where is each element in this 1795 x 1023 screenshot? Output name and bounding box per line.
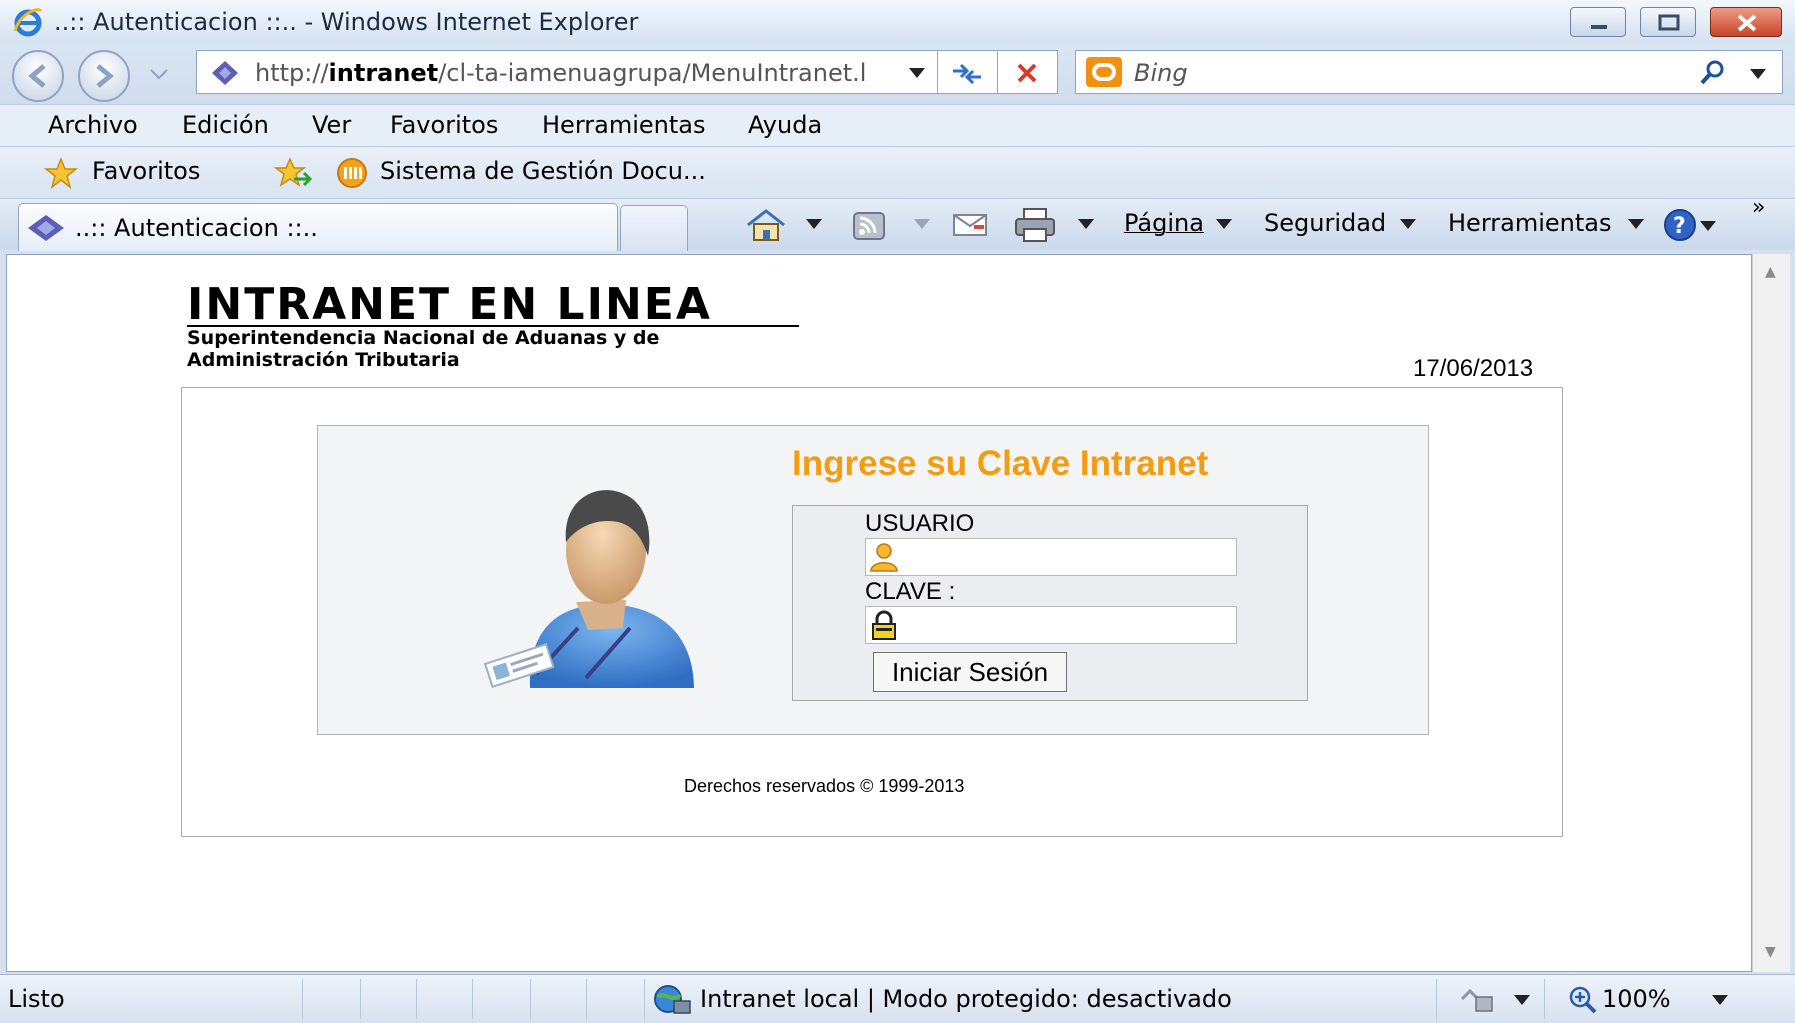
username-label: USUARIO bbox=[865, 510, 975, 537]
window-title: ..:: Autenticacion ::.. - Windows Intern… bbox=[54, 8, 639, 36]
add-to-favorites-bar-icon[interactable] bbox=[274, 157, 314, 189]
title-bar: ..:: Autenticacion ::.. - Windows Intern… bbox=[0, 0, 1795, 44]
search-options-dropdown-icon[interactable] bbox=[1748, 67, 1768, 81]
page-dropdown-icon bbox=[1216, 219, 1232, 229]
stop-icon[interactable] bbox=[1013, 61, 1041, 85]
menu-archivo[interactable]: Archivo bbox=[48, 111, 138, 139]
scroll-down-arrow-icon[interactable]: ▼ bbox=[1765, 944, 1776, 960]
search-icon[interactable] bbox=[1696, 57, 1728, 89]
login-panel: Ingrese su Clave Intranet USUARIO CLAVE … bbox=[317, 425, 1429, 735]
login-button[interactable]: Iniciar Sesión bbox=[873, 652, 1067, 692]
print-dropdown-icon[interactable] bbox=[1076, 217, 1096, 231]
minimize-button[interactable] bbox=[1570, 7, 1626, 37]
forward-button[interactable] bbox=[78, 50, 130, 102]
tab-autenticacion[interactable]: ..:: Autenticacion ::.. bbox=[18, 203, 618, 251]
menu-ver[interactable]: Ver bbox=[312, 111, 351, 139]
tools-dropdown-icon bbox=[1628, 219, 1644, 229]
security-zone-text[interactable]: Intranet local | Modo protegido: desacti… bbox=[700, 985, 1232, 1013]
svg-text:?: ? bbox=[1673, 214, 1686, 239]
refresh-icon[interactable] bbox=[949, 59, 985, 87]
status-text: Listo bbox=[8, 985, 65, 1013]
security-menu-label: Seguridad bbox=[1264, 209, 1387, 237]
bing-logo-icon bbox=[1086, 57, 1122, 87]
popup-blocker-icon[interactable] bbox=[1458, 983, 1498, 1015]
menu-ayuda[interactable]: Ayuda bbox=[748, 111, 822, 139]
read-mail-icon[interactable] bbox=[952, 213, 988, 237]
lock-icon bbox=[872, 610, 896, 640]
menu-edicion[interactable]: Edición bbox=[182, 111, 269, 139]
password-label: CLAVE : bbox=[865, 578, 956, 605]
brand-title: INTRANET EN LINEA bbox=[187, 279, 712, 330]
feeds-icon[interactable] bbox=[852, 209, 886, 241]
brand-subtitle-line1: Superintendencia Nacional de Aduanas y d… bbox=[187, 327, 660, 349]
brand-subtitle-line2: Administración Tributaria bbox=[187, 349, 460, 371]
site-logo-icon bbox=[337, 158, 367, 188]
favorites-label: Favoritos bbox=[92, 157, 201, 185]
minimize-icon bbox=[1591, 25, 1607, 29]
login-heading: Ingrese su Clave Intranet bbox=[792, 444, 1209, 483]
restore-icon bbox=[1658, 14, 1680, 31]
page-menu-label: Página bbox=[1124, 209, 1204, 237]
tab-title: ..:: Autenticacion ::.. bbox=[75, 214, 318, 242]
menu-herramientas[interactable]: Herramientas bbox=[542, 111, 705, 139]
tab-row: ..:: Autenticacion ::.. Página Seguridad… bbox=[0, 195, 1795, 251]
zoom-icon bbox=[1569, 986, 1597, 1014]
login-form: USUARIO CLAVE : Iniciar Sesión bbox=[792, 505, 1308, 701]
page-icon bbox=[212, 61, 238, 85]
intranet-zone-icon bbox=[654, 985, 691, 1014]
menu-favoritos[interactable]: Favoritos bbox=[390, 111, 498, 139]
security-dropdown-icon bbox=[1400, 219, 1416, 229]
home-dropdown-icon[interactable] bbox=[804, 217, 824, 231]
search-placeholder: Bing bbox=[1134, 59, 1188, 87]
address-url[interactable]: http://intranet/cl-ta-iamenuagrupa/MenuI… bbox=[255, 59, 866, 87]
zoom-level[interactable]: 100% bbox=[1602, 985, 1671, 1013]
favorites-bar: Favoritos Sistema de Gestión Docu... bbox=[0, 146, 1795, 198]
address-dropdown-icon[interactable] bbox=[907, 65, 927, 81]
tools-menu-label: Herramientas bbox=[1448, 209, 1612, 237]
more-commands-chevron[interactable]: » bbox=[1752, 195, 1765, 220]
address-bar[interactable]: http://intranet/cl-ta-iamenuagrupa/MenuI… bbox=[196, 50, 1058, 94]
recent-pages-dropdown-icon[interactable] bbox=[148, 66, 170, 82]
current-date: 17/06/2013 bbox=[1413, 355, 1534, 382]
favorite-link-label: Sistema de Gestión Docu... bbox=[380, 157, 706, 185]
copyright-notice: Derechos reservados © 1999-2013 bbox=[684, 776, 965, 796]
back-arrow-icon bbox=[28, 64, 46, 88]
vertical-scrollbar[interactable]: ▲ ▼ bbox=[1752, 254, 1790, 972]
user-avatar-icon bbox=[483, 490, 694, 688]
favorites-star-icon bbox=[44, 157, 78, 189]
search-box[interactable]: Bing bbox=[1075, 50, 1783, 94]
home-icon[interactable] bbox=[744, 207, 788, 243]
forward-arrow-icon bbox=[96, 64, 114, 88]
menu-bar: Archivo Edición Ver Favoritos Herramient… bbox=[0, 104, 1795, 146]
zoom-dropdown-icon[interactable] bbox=[1710, 993, 1730, 1007]
browser-window: ..:: Autenticacion ::.. - Windows Intern… bbox=[0, 0, 1795, 1023]
username-input[interactable] bbox=[865, 538, 1237, 576]
scroll-up-arrow-icon[interactable]: ▲ bbox=[1765, 264, 1776, 280]
close-window-button[interactable] bbox=[1710, 7, 1782, 37]
back-button[interactable] bbox=[12, 50, 64, 102]
new-tab-button[interactable] bbox=[620, 205, 688, 251]
page-icon bbox=[28, 215, 64, 241]
close-icon bbox=[1737, 14, 1757, 32]
maximize-button[interactable] bbox=[1640, 7, 1696, 37]
feeds-dropdown-icon[interactable] bbox=[912, 217, 932, 231]
user-icon bbox=[870, 543, 898, 572]
popup-dropdown-icon[interactable] bbox=[1512, 993, 1532, 1007]
login-container: Ingrese su Clave Intranet USUARIO CLAVE … bbox=[181, 387, 1563, 837]
print-icon[interactable] bbox=[1014, 207, 1056, 243]
help-icon[interactable]: ? bbox=[1662, 207, 1720, 243]
page-content: INTRANET EN LINEA Superintendencia Nacio… bbox=[6, 254, 1752, 972]
status-bar: Listo Intranet local | Modo protegido: d… bbox=[0, 974, 1795, 1023]
internet-explorer-icon bbox=[13, 8, 43, 37]
password-input[interactable] bbox=[865, 606, 1237, 644]
navigation-bar: http://intranet/cl-ta-iamenuagrupa/MenuI… bbox=[0, 44, 1795, 104]
